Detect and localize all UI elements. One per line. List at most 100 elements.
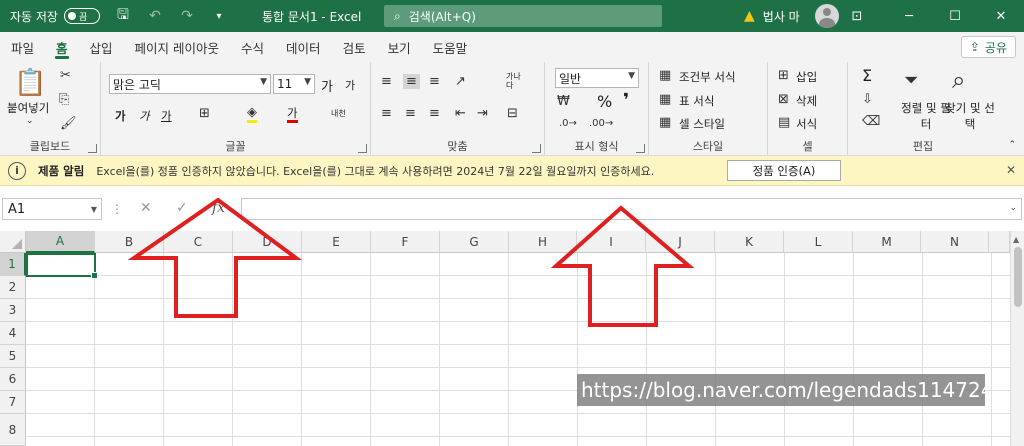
undo-icon[interactable]: ↶ xyxy=(146,8,164,24)
column-header-partial[interactable] xyxy=(989,231,1010,253)
format-cells-button[interactable]: 서식 xyxy=(796,116,817,132)
row-header[interactable]: 7 xyxy=(0,391,26,414)
column-header[interactable]: K xyxy=(715,231,784,253)
ribbon-display-button[interactable]: ⊡ xyxy=(834,0,880,32)
format-as-table-button[interactable]: 표 서식 xyxy=(679,93,714,109)
collapse-ribbon-icon[interactable]: ⌃ xyxy=(1008,140,1016,150)
autosave-toggle[interactable]: 끔 xyxy=(63,8,100,24)
tab-view[interactable]: 보기 xyxy=(377,32,422,62)
activate-button[interactable]: 정품 인증(A) xyxy=(727,160,841,181)
column-header[interactable]: H xyxy=(509,231,577,253)
autosave-control[interactable]: 자동 저장 끔 xyxy=(10,8,100,25)
conditional-format-button[interactable]: 조건부 서식 xyxy=(679,69,736,85)
clipboard-launcher-icon[interactable] xyxy=(88,144,97,153)
tab-page-layout[interactable]: 페이지 레이아웃 xyxy=(124,32,230,62)
row-header[interactable]: 1 xyxy=(0,253,26,276)
maximize-button[interactable]: ☐ xyxy=(932,0,978,32)
format-painter-icon[interactable]: 🖌 xyxy=(60,116,77,131)
column-header[interactable]: M xyxy=(853,231,921,253)
italic-button[interactable]: 가 xyxy=(139,108,150,124)
alignment-launcher-icon[interactable] xyxy=(532,144,541,153)
drag-handle-icon[interactable]: ⋮ xyxy=(111,202,123,216)
customize-qat-icon[interactable]: ▾ xyxy=(210,11,228,22)
delete-cells-button[interactable]: 삭제 xyxy=(796,93,817,109)
grow-font-button[interactable]: 가 xyxy=(321,76,333,95)
close-button[interactable]: ✕ xyxy=(978,0,1024,32)
tab-file[interactable]: 파일 xyxy=(0,32,45,62)
row-header[interactable]: 6 xyxy=(0,368,26,391)
autosum-button[interactable]: Σ xyxy=(862,66,872,85)
bold-button[interactable]: 가 xyxy=(115,108,126,124)
tab-review[interactable]: 검토 xyxy=(332,32,377,62)
formula-input[interactable] xyxy=(241,198,1022,220)
underline-button[interactable]: 가 xyxy=(161,108,172,124)
decrease-decimal-icon[interactable]: .00→ xyxy=(589,118,613,129)
row-header[interactable]: 3 xyxy=(0,299,26,322)
worksheet-grid[interactable]: A B C D E F G H I J K L M N 1 2 3 4 5 6 … xyxy=(0,231,1024,446)
insert-function-button[interactable]: fx xyxy=(212,200,225,216)
percent-button[interactable]: % xyxy=(597,92,612,111)
number-format-select[interactable]: 일반 ▼ xyxy=(555,68,639,88)
paste-dropdown-icon[interactable]: ⌄ xyxy=(26,116,34,126)
merge-cells-icon[interactable]: ⊟ xyxy=(507,106,518,121)
row-header[interactable]: 8 xyxy=(0,414,26,446)
fill-color-icon[interactable]: ◈ xyxy=(247,106,257,123)
align-left-icon[interactable]: ≡ xyxy=(381,106,392,121)
close-icon[interactable]: ✕ xyxy=(1006,163,1016,177)
column-header[interactable]: F xyxy=(371,231,440,253)
name-box[interactable]: A1 ▼ xyxy=(2,198,102,220)
decrease-indent-icon[interactable]: ⇤ xyxy=(455,106,466,121)
font-name-select[interactable]: 맑은 고딕 ▼ xyxy=(109,74,271,94)
column-header[interactable]: C xyxy=(164,231,233,253)
enter-entry-button[interactable]: ✓ xyxy=(176,200,188,216)
row-header[interactable]: 2 xyxy=(0,276,26,299)
border-icon[interactable]: ⊞ xyxy=(199,106,210,121)
increase-indent-icon[interactable]: ⇥ xyxy=(477,106,488,121)
align-middle-icon[interactable]: ≡ xyxy=(403,74,420,89)
paste-label[interactable]: 붙여넣기 xyxy=(7,100,49,116)
scrollbar-thumb[interactable] xyxy=(1014,247,1022,307)
column-header[interactable]: N xyxy=(921,231,989,253)
share-button[interactable]: ⇪ 공유 xyxy=(960,36,1016,58)
copy-icon[interactable]: ⎘ xyxy=(59,92,69,107)
row-header[interactable]: 5 xyxy=(0,345,26,368)
orientation-icon[interactable]: ↗ xyxy=(455,74,466,89)
search-box[interactable]: ⌕ 검색(Alt+Q) xyxy=(384,5,662,27)
align-center-icon[interactable]: ≡ xyxy=(405,106,416,121)
column-header[interactable]: D xyxy=(233,231,302,253)
align-right-icon[interactable]: ≡ xyxy=(429,106,440,121)
save-icon[interactable]: 🖫 xyxy=(114,4,132,28)
column-header[interactable]: G xyxy=(440,231,509,253)
tab-data[interactable]: 데이터 xyxy=(275,32,332,62)
column-header[interactable]: A xyxy=(26,231,95,253)
minimize-button[interactable]: ─ xyxy=(886,0,932,32)
cell-style-button[interactable]: 셀 스타일 xyxy=(679,116,725,132)
wrap-text-button[interactable]: 가나 다 xyxy=(506,72,526,90)
phonetic-button[interactable]: 내천 xyxy=(331,108,346,119)
vertical-scrollbar[interactable]: ▲ xyxy=(1010,231,1024,446)
column-header[interactable]: E xyxy=(302,231,371,253)
align-bottom-icon[interactable]: ≡ xyxy=(429,74,440,89)
cancel-entry-button[interactable]: ✕ xyxy=(140,200,152,216)
font-color-button[interactable]: 가 xyxy=(287,107,298,123)
scroll-up-icon[interactable]: ▲ xyxy=(1013,235,1019,244)
column-header[interactable]: B xyxy=(95,231,164,253)
clear-icon[interactable]: ⌫ xyxy=(862,114,880,129)
redo-icon[interactable]: ↷ xyxy=(178,8,196,24)
comma-button[interactable]: ❜ xyxy=(623,90,629,111)
tab-insert[interactable]: 삽입 xyxy=(79,32,124,62)
cell-area[interactable] xyxy=(26,253,1010,446)
align-top-icon[interactable]: ≡ xyxy=(381,74,392,89)
shrink-font-button[interactable]: 가 xyxy=(345,77,355,93)
font-size-select[interactable]: 11 ▼ xyxy=(273,74,315,94)
paste-icon[interactable]: 📋 xyxy=(14,68,46,98)
select-all-button[interactable] xyxy=(0,231,26,253)
number-launcher-icon[interactable] xyxy=(636,144,645,153)
find-select-button[interactable]: 찾기 및 선택 xyxy=(940,100,1000,132)
row-header[interactable]: 4 xyxy=(0,322,26,345)
cut-icon[interactable]: ✂ xyxy=(60,68,71,83)
currency-icon[interactable]: ₩ xyxy=(557,94,570,109)
expand-formula-icon[interactable]: ⌄ xyxy=(1009,203,1017,213)
column-header[interactable]: J xyxy=(646,231,715,253)
tab-home[interactable]: 홈 xyxy=(45,32,79,62)
